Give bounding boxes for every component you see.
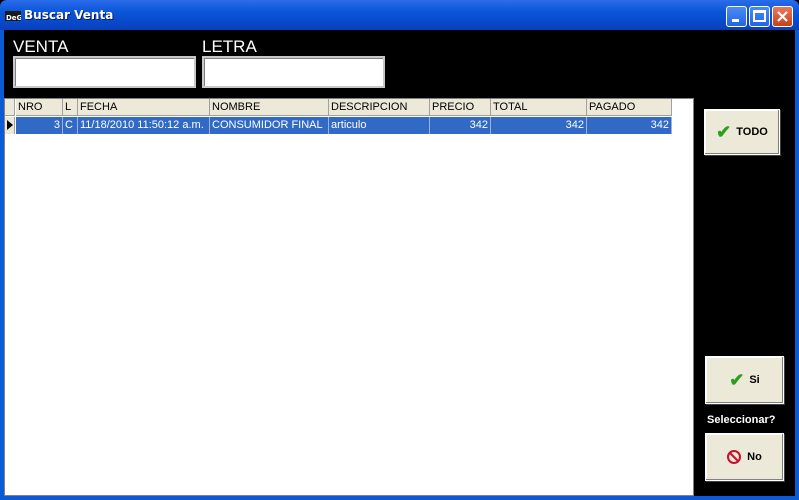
cell-precio[interactable]: 342 (430, 117, 491, 134)
close-button[interactable] (772, 6, 793, 27)
no-entry-icon (727, 450, 742, 464)
window-title: Buscar Venta (24, 8, 114, 22)
letra-label: LETRA (202, 37, 257, 56)
maximize-icon (753, 10, 766, 22)
column-header-total[interactable]: TOTAL (491, 99, 587, 116)
table-row[interactable]: 3 C 11/18/2010 11:50:12 a.m. CONSUMIDOR … (5, 117, 672, 134)
client-area: VENTA LETRA NRO L FECHA NOMBRE DESCRIPCI… (4, 30, 795, 496)
no-label: No (747, 451, 762, 463)
venta-input[interactable] (13, 56, 196, 88)
cell-l[interactable]: C (63, 117, 78, 134)
column-header-fecha[interactable]: FECHA (78, 99, 210, 116)
grid-header: NRO L FECHA NOMBRE DESCRIPCION PRECIO TO… (5, 99, 672, 116)
app-icon: DeG (5, 11, 21, 22)
cell-nro[interactable]: 3 (16, 117, 63, 134)
maximize-button[interactable] (749, 6, 770, 27)
letra-input[interactable] (202, 56, 385, 88)
cell-fecha[interactable]: 11/18/2010 11:50:12 a.m. (78, 117, 210, 134)
no-button[interactable]: No (705, 433, 784, 481)
column-header-descripcion[interactable]: DESCRIPCION (329, 99, 430, 116)
row-indicator (5, 117, 15, 134)
window-frame-bottom (0, 496, 799, 500)
seleccionar-label: Seleccionar? (707, 414, 776, 426)
si-label: Si (749, 374, 760, 386)
cell-nombre[interactable]: CONSUMIDOR FINAL (210, 117, 329, 134)
minimize-button[interactable] (726, 6, 747, 27)
todo-label: TODO (736, 126, 768, 138)
si-button[interactable]: ✔ Si (705, 356, 784, 404)
check-icon: ✔ (729, 370, 745, 390)
column-header-nombre[interactable]: NOMBRE (210, 99, 329, 116)
sales-grid[interactable]: NRO L FECHA NOMBRE DESCRIPCION PRECIO TO… (4, 98, 694, 496)
column-header-nro[interactable]: NRO (16, 99, 63, 116)
minimize-icon (732, 19, 739, 22)
cell-pagado[interactable]: 342 (587, 117, 672, 134)
cell-total[interactable]: 342 (491, 117, 587, 134)
close-icon (777, 11, 788, 22)
svg-text:DeG: DeG (6, 14, 21, 22)
row-indicator-header (5, 99, 15, 116)
current-row-arrow-icon (7, 120, 13, 130)
window-frame-right (795, 30, 799, 500)
venta-label: VENTA (13, 37, 69, 56)
column-header-l[interactable]: L (63, 99, 78, 116)
todo-button[interactable]: ✔ TODO (704, 109, 780, 155)
window: DeG Buscar Venta VENTA LETRA NRO L FECHA… (0, 0, 799, 500)
title-bar[interactable]: DeG Buscar Venta (0, 0, 799, 30)
column-header-pagado[interactable]: PAGADO (587, 99, 672, 116)
check-icon: ✔ (716, 122, 732, 142)
column-header-precio[interactable]: PRECIO (430, 99, 491, 116)
cell-descripcion[interactable]: articulo (329, 117, 430, 134)
